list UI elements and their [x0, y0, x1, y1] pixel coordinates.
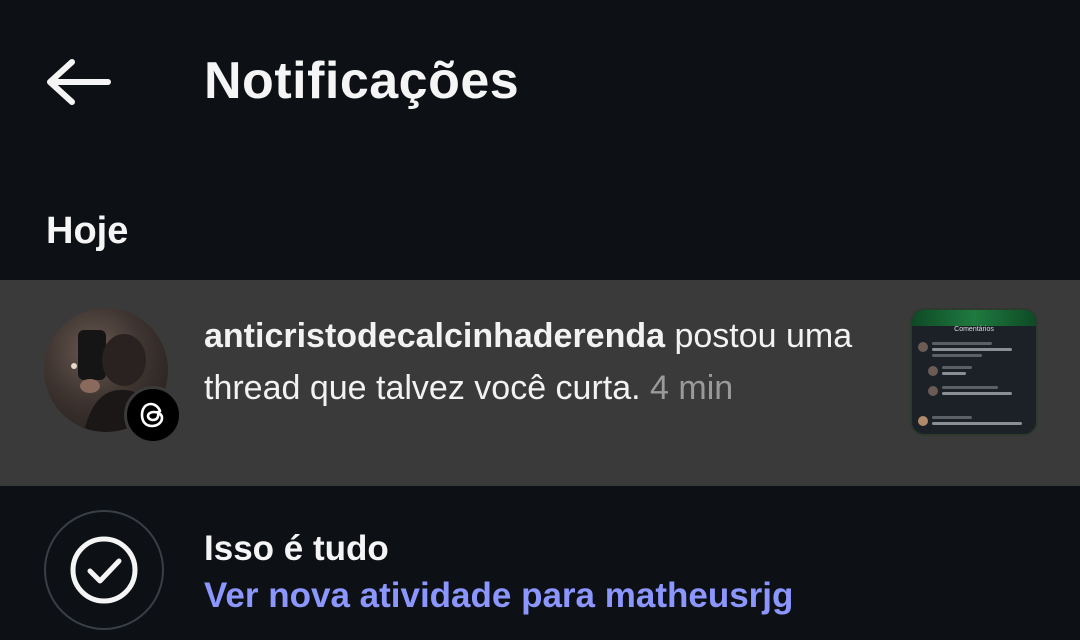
thumbnail-line — [942, 366, 972, 369]
thumbnail-title: Comentários — [954, 326, 994, 333]
threads-badge — [124, 386, 182, 444]
thumbnail-line — [932, 422, 1022, 425]
notification-time: 4 min — [650, 369, 734, 407]
notification-thumbnail[interactable]: Comentários — [910, 308, 1038, 436]
thumbnail-line — [942, 392, 1012, 395]
back-button[interactable] — [40, 50, 116, 114]
end-title: Isso é tudo — [204, 529, 389, 568]
notification-text: anticristodecalcinhaderenda postou uma t… — [204, 310, 884, 414]
thumbnail-line — [942, 372, 966, 375]
thumbnail-header-bar — [912, 310, 1036, 326]
section-title-today: Hoje — [46, 210, 129, 252]
see-new-activity-link[interactable]: Ver nova atividade para matheusrjg — [204, 574, 793, 618]
header: Notificações — [0, 0, 1080, 160]
thumbnail-avatar — [928, 366, 938, 376]
checkmark-circle — [44, 510, 164, 630]
end-of-list: Isso é tudo Ver nova atividade para math… — [0, 486, 1080, 640]
arrow-left-icon — [47, 59, 111, 105]
checkmark-circle-icon — [70, 536, 138, 604]
thumbnail-avatar — [928, 386, 938, 396]
notification-item[interactable]: anticristodecalcinhaderenda postou uma t… — [0, 280, 1080, 486]
thumbnail-avatar — [918, 342, 928, 352]
page-title: Notificações — [204, 52, 520, 110]
thumbnail-line — [932, 416, 972, 419]
notification-username[interactable]: anticristodecalcinhaderenda — [204, 317, 665, 355]
threads-icon — [140, 402, 164, 428]
thumbnail-line — [942, 386, 998, 389]
thumbnail-avatar — [918, 416, 928, 426]
thumbnail-line — [932, 354, 982, 357]
thumbnail-line — [932, 342, 992, 345]
avatar-group[interactable] — [44, 308, 182, 444]
thumbnail-line — [932, 348, 1012, 351]
